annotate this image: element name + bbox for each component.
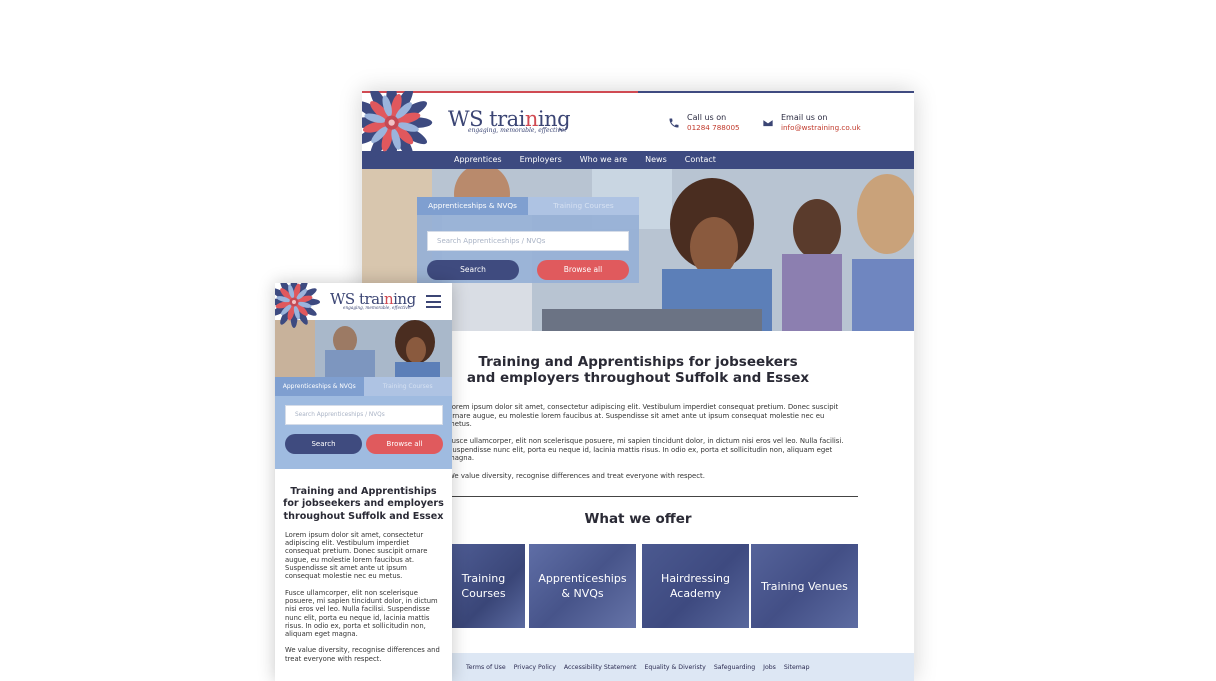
tile-apprenticeships-nvqs[interactable]: Apprenticeships & NVQs xyxy=(529,544,636,628)
footer-link-sitemap[interactable]: Sitemap xyxy=(784,664,810,671)
footer-link-equality[interactable]: Equality & Diveristy xyxy=(644,664,705,671)
logo-tagline: engaging, memorable, effective! xyxy=(343,305,412,310)
browse-all-button[interactable]: Browse all xyxy=(537,260,629,280)
intro-paragraph: We value diversity, recognise difference… xyxy=(285,646,440,663)
browse-all-button[interactable]: Browse all xyxy=(366,434,443,454)
envelope-icon xyxy=(762,119,774,127)
main-nav: Apprentices Employers Who we are News Co… xyxy=(362,151,914,169)
tab-apprenticeships-nvqs[interactable]: Apprenticeships & NVQs xyxy=(275,377,364,396)
phone-icon xyxy=(669,118,679,128)
intro-paragraph: We value diversity, recognise difference… xyxy=(448,471,705,480)
email-us-block[interactable]: Email us on info@wstraining.co.uk xyxy=(762,113,861,133)
hamburger-menu-icon[interactable] xyxy=(426,295,441,308)
intro-paragraph: Fusce ullamcorper, elit non scelerisque … xyxy=(285,588,438,639)
call-label: Call us on xyxy=(687,113,727,122)
phone-number[interactable]: 01284 788005 xyxy=(687,123,740,133)
course-search-panel: Apprenticeships & NVQs Training Courses … xyxy=(417,197,639,283)
tile-training-venues[interactable]: Training Venues xyxy=(751,544,858,628)
mobile-intro-text: Lorem ipsum dolor sit amet, consectetur … xyxy=(275,531,452,663)
tab-apprenticeships-nvqs[interactable]: Apprenticeships & NVQs xyxy=(417,197,528,215)
mobile-header: WS training engaging, memorable, effecti… xyxy=(275,283,452,328)
mobile-search-panel: Apprenticeships & NVQs Training Courses … xyxy=(275,377,452,469)
site-header: WS training engaging, memorable, effecti… xyxy=(362,91,914,164)
intro-paragraph: Lorem ipsum dolor sit amet, consectetur … xyxy=(448,403,839,429)
tab-training-courses[interactable]: Training Courses xyxy=(528,197,639,215)
search-button[interactable]: Search xyxy=(427,260,519,280)
mobile-mockup: WS training engaging, memorable, effecti… xyxy=(275,283,452,681)
flower-logo-icon xyxy=(362,91,433,164)
footer-link-privacy[interactable]: Privacy Policy xyxy=(514,664,556,671)
search-input[interactable]: Search Apprenticeships / NVQs xyxy=(427,231,629,251)
nav-contact[interactable]: Contact xyxy=(676,151,725,169)
intro-paragraph: Fusce ullamcorper, elit non scelerisque … xyxy=(448,437,844,463)
footer-link-safeguarding[interactable]: Safeguarding xyxy=(714,664,755,671)
footer-link-jobs[interactable]: Jobs xyxy=(763,664,776,671)
nav-employers[interactable]: Employers xyxy=(511,151,571,169)
nav-apprentices[interactable]: Apprentices xyxy=(445,151,511,169)
section-divider xyxy=(450,496,858,497)
intro-paragraph: Lorem ipsum dolor sit amet, consectetur … xyxy=(285,530,428,581)
email-label: Email us on xyxy=(781,113,828,122)
footer-link-accessibility[interactable]: Accessibility Statement xyxy=(564,664,637,671)
tile-training-courses[interactable]: Training Courses xyxy=(450,544,525,628)
search-input[interactable]: Search Apprenticeships / NVQs xyxy=(285,405,443,425)
call-us-block[interactable]: Call us on 01284 788005 xyxy=(668,113,740,133)
nav-news[interactable]: News xyxy=(636,151,676,169)
search-button[interactable]: Search xyxy=(285,434,362,454)
email-address[interactable]: info@wstraining.co.uk xyxy=(781,123,861,133)
nav-who-we-are[interactable]: Who we are xyxy=(571,151,636,169)
flower-logo-icon xyxy=(275,283,320,328)
footer-link-terms[interactable]: Terms of Use xyxy=(466,664,506,671)
tile-hairdressing-academy[interactable]: Hairdressing Academy xyxy=(642,544,749,628)
logo-tagline: engaging, memorable, effective! xyxy=(468,127,567,134)
intro-text: Lorem ipsum dolor sit amet, consectetur … xyxy=(448,403,848,489)
mobile-page-title: Training and Apprentiships for jobseeker… xyxy=(283,486,444,522)
tab-training-courses[interactable]: Training Courses xyxy=(363,377,452,396)
